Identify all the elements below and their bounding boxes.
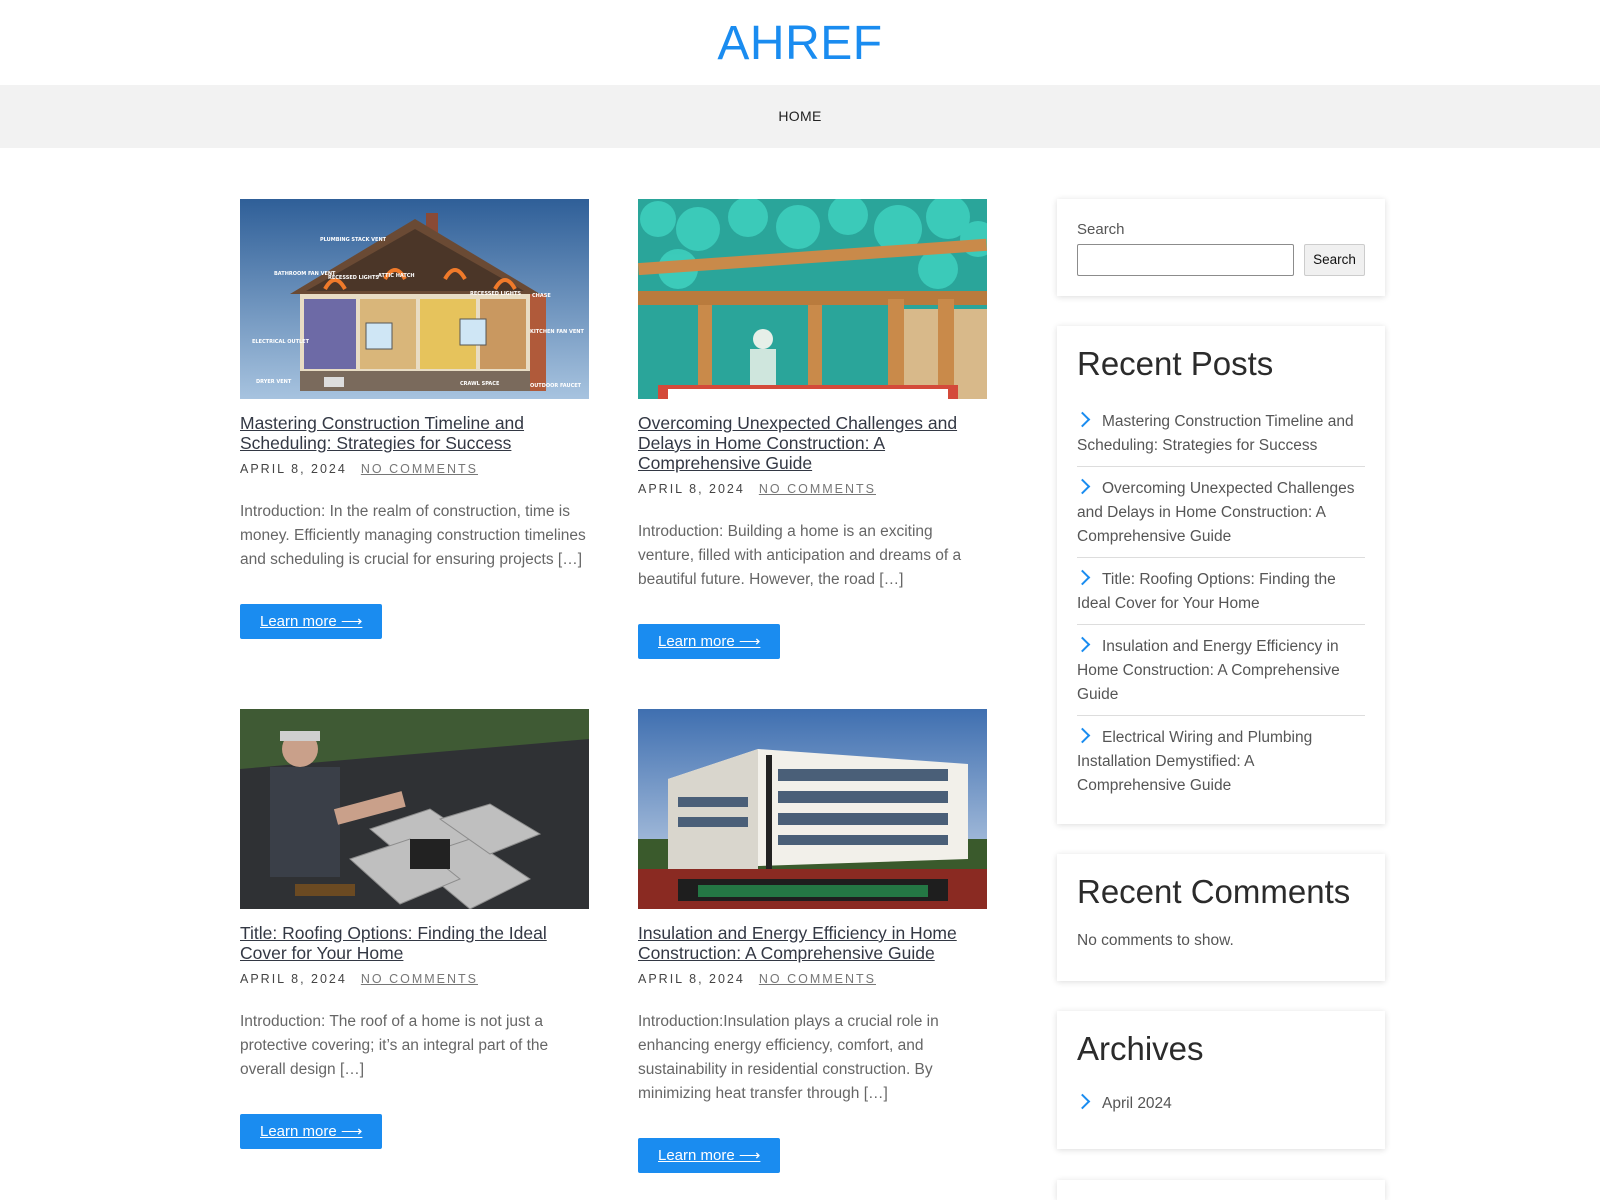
diagram-label: DRYER VENT	[256, 379, 292, 385]
diagram-label: PLUMBING STACK VENT	[320, 237, 387, 243]
post-meta: APRIL 8, 2024 NO COMMENTS	[638, 482, 987, 496]
post-date: APRIL 8, 2024	[240, 462, 347, 476]
next-widget	[1057, 1180, 1385, 1200]
chevron-right-icon	[1074, 727, 1091, 744]
post-card: PLUMBING STACK VENT BATHROOM FAN VENT RE…	[240, 199, 589, 639]
recent-post-link[interactable]: Electrical Wiring and Plumbing Installat…	[1077, 729, 1312, 794]
post-comments-link[interactable]: NO COMMENTS	[361, 462, 478, 476]
recent-post-link[interactable]: Mastering Construction Timeline and Sche…	[1077, 413, 1354, 454]
post-title[interactable]: Title: Roofing Options: Finding the Idea…	[240, 923, 589, 963]
nav-item-home[interactable]: HOME	[778, 85, 821, 148]
post-meta: APRIL 8, 2024 NO COMMENTS	[638, 972, 987, 986]
widget-title-recent-posts: Recent Posts	[1077, 345, 1274, 382]
diagram-label: ATTIC HATCH	[378, 273, 415, 279]
post-comments-link[interactable]: NO COMMENTS	[361, 972, 478, 986]
search-widget: Search Search	[1057, 199, 1385, 296]
recent-post-item[interactable]: Overcoming Unexpected Challenges and Del…	[1074, 477, 1365, 558]
post-title[interactable]: Mastering Construction Timeline and Sche…	[240, 413, 589, 453]
recent-post-item[interactable]: Mastering Construction Timeline and Sche…	[1074, 410, 1365, 467]
site-header: AHREF	[0, 0, 1600, 85]
post-comments-link[interactable]: NO COMMENTS	[759, 482, 876, 496]
recent-post-link[interactable]: Overcoming Unexpected Challenges and Del…	[1077, 480, 1354, 545]
archives-widget: Archives April 2024	[1057, 1011, 1385, 1149]
post-card: Insulation and Energy Efficiency in Home…	[638, 709, 987, 1173]
post-date: APRIL 8, 2024	[638, 482, 745, 496]
recent-post-link[interactable]: Title: Roofing Options: Finding the Idea…	[1077, 571, 1336, 612]
post-excerpt: Introduction: Building a home is an exci…	[638, 523, 962, 588]
chevron-right-icon	[1074, 569, 1091, 586]
archive-item[interactable]: April 2024	[1074, 1093, 1365, 1113]
diagram-label: KITCHEN FAN VENT	[530, 329, 584, 335]
diagram-label: BATHROOM FAN VENT	[274, 271, 336, 277]
chevron-right-icon	[1074, 478, 1091, 495]
diagram-label: OUTDOOR FAUCET	[530, 383, 582, 389]
diagram-label: ELECTRICAL OUTLET	[252, 339, 310, 345]
post-thumbnail-house-diagram[interactable]: PLUMBING STACK VENT BATHROOM FAN VENT RE…	[240, 199, 589, 399]
widget-title-archives: Archives	[1077, 1030, 1204, 1067]
post-date: APRIL 8, 2024	[638, 972, 745, 986]
post-meta: APRIL 8, 2024 NO COMMENTS	[240, 972, 589, 986]
learn-more-button[interactable]: Learn more ⟶	[240, 1114, 383, 1149]
post-card: Title: Roofing Options: Finding the Idea…	[240, 709, 589, 1149]
main-nav: HOME	[0, 85, 1600, 148]
post-excerpt: Introduction: The roof of a home is not …	[240, 1013, 549, 1078]
widget-title-recent-comments: Recent Comments	[1077, 873, 1351, 910]
diagram-label: CRAWL SPACE	[460, 381, 500, 387]
learn-more-button[interactable]: Learn more ⟶	[240, 604, 383, 639]
recent-comments-widget: Recent Comments No comments to show.	[1057, 854, 1385, 981]
recent-post-item[interactable]: Electrical Wiring and Plumbing Installat…	[1074, 726, 1365, 798]
no-comments-text: No comments to show.	[1077, 932, 1234, 949]
post-card: Overcoming Unexpected Challenges and Del…	[638, 199, 987, 659]
post-meta: APRIL 8, 2024 NO COMMENTS	[240, 462, 589, 476]
post-comments-link[interactable]: NO COMMENTS	[759, 972, 876, 986]
chevron-right-icon	[1074, 411, 1091, 428]
search-row: Search	[1077, 244, 1365, 276]
diagram-label: CHASE	[532, 293, 551, 299]
search-button[interactable]: Search	[1304, 244, 1365, 276]
diagram-label: RECESSED LIGHTS	[328, 275, 379, 281]
post-excerpt: Introduction:Insulation plays a crucial …	[638, 1013, 939, 1102]
chevron-right-icon	[1074, 1093, 1091, 1110]
post-title[interactable]: Overcoming Unexpected Challenges and Del…	[638, 413, 987, 473]
recent-post-item[interactable]: Title: Roofing Options: Finding the Idea…	[1074, 568, 1365, 625]
diagram-label: RECESSED LIGHTS	[470, 291, 521, 297]
post-excerpt: Introduction: In the realm of constructi…	[240, 503, 586, 568]
search-input[interactable]	[1077, 244, 1294, 276]
chevron-right-icon	[1074, 636, 1091, 653]
recent-post-link[interactable]: Insulation and Energy Efficiency in Home…	[1077, 638, 1340, 703]
learn-more-button[interactable]: Learn more ⟶	[638, 1138, 781, 1173]
recent-posts-widget: Recent Posts Mastering Construction Time…	[1057, 326, 1385, 824]
recent-post-item[interactable]: Insulation and Energy Efficiency in Home…	[1074, 635, 1365, 716]
search-label: Search	[1077, 221, 1125, 238]
post-thumbnail-building[interactable]	[638, 709, 987, 909]
post-title[interactable]: Insulation and Energy Efficiency in Home…	[638, 923, 987, 963]
recent-posts-list: Mastering Construction Timeline and Sche…	[1074, 410, 1365, 798]
archive-link[interactable]: April 2024	[1102, 1095, 1172, 1112]
post-thumbnail-roofer[interactable]	[240, 709, 589, 909]
post-thumbnail-spray-foam[interactable]	[638, 199, 987, 399]
site-title[interactable]: AHREF	[717, 16, 882, 72]
learn-more-button[interactable]: Learn more ⟶	[638, 624, 781, 659]
post-date: APRIL 8, 2024	[240, 972, 347, 986]
